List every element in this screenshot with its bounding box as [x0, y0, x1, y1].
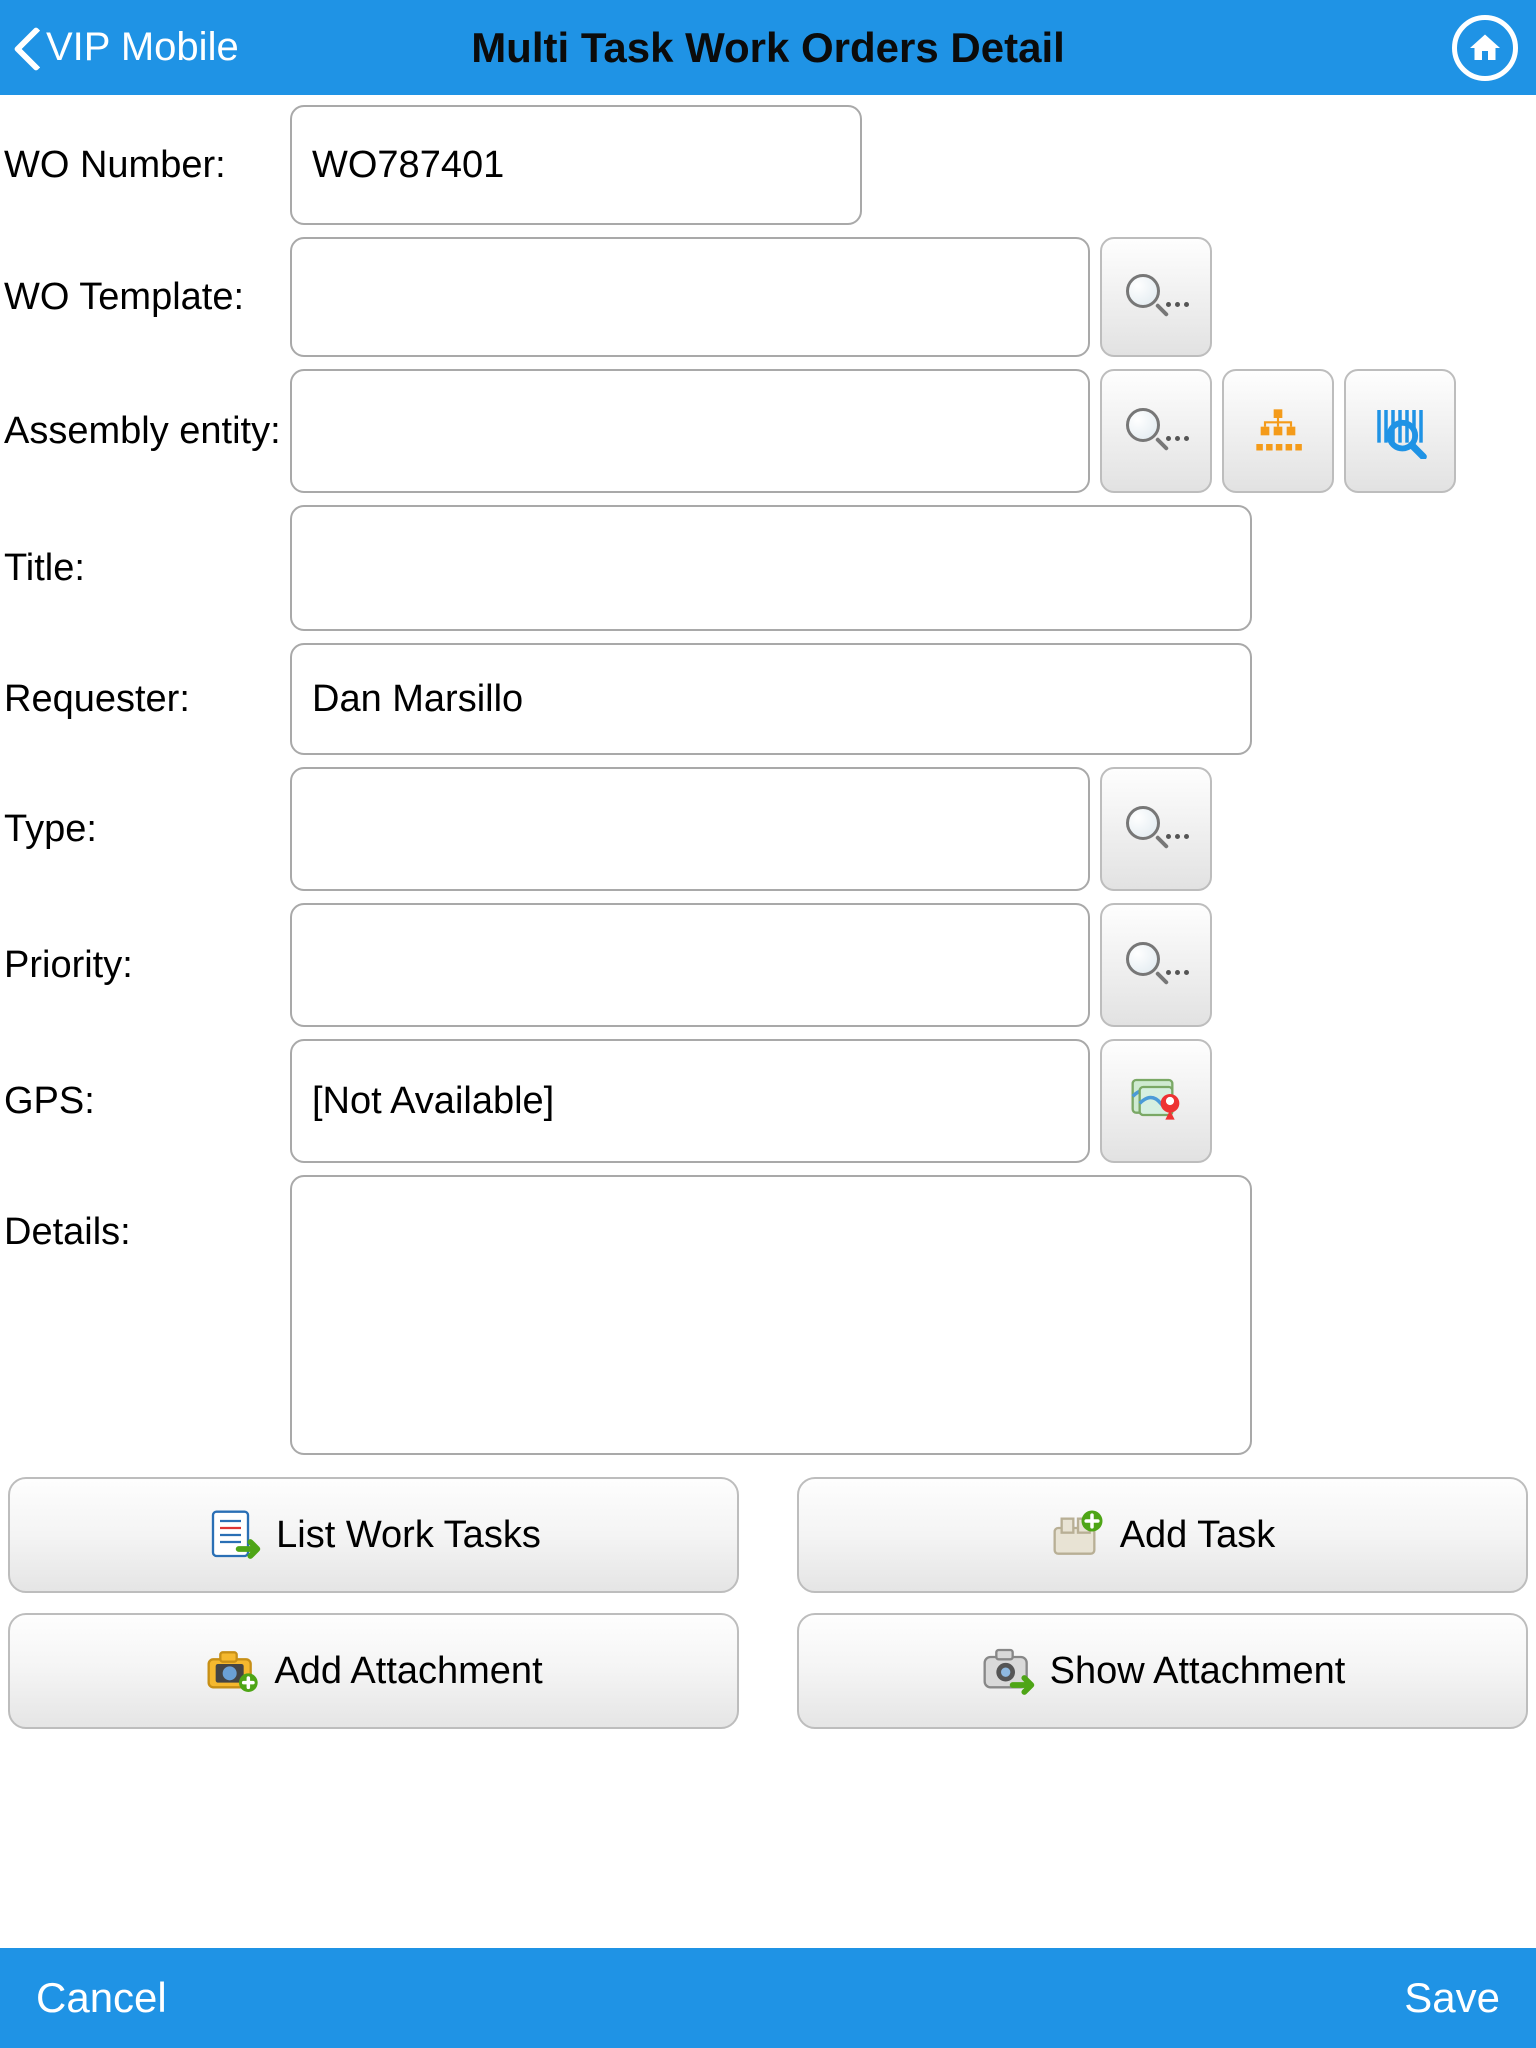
title-field[interactable]: [290, 505, 1252, 631]
details-field[interactable]: [290, 1175, 1252, 1455]
back-button[interactable]: VIP Mobile: [0, 0, 239, 95]
action-buttons: List Work Tasks Add Task Add Attachment: [0, 1467, 1536, 1729]
show-attachment-button[interactable]: Show Attachment: [797, 1613, 1528, 1729]
search-icon: [1126, 806, 1186, 852]
list-icon: [206, 1507, 262, 1563]
title-label: Title:: [0, 505, 290, 631]
show-attachment-label: Show Attachment: [1050, 1650, 1346, 1693]
home-icon: [1467, 30, 1503, 66]
gps-field[interactable]: [Not Available]: [290, 1039, 1090, 1163]
wo-number-field[interactable]: WO787401: [290, 105, 862, 225]
gps-label: GPS:: [0, 1039, 290, 1163]
gps-map-button[interactable]: [1100, 1039, 1212, 1163]
add-attachment-button[interactable]: Add Attachment: [8, 1613, 739, 1729]
search-icon: [1126, 408, 1186, 454]
add-task-label: Add Task: [1120, 1514, 1276, 1557]
add-attachment-label: Add Attachment: [274, 1650, 542, 1693]
cancel-button[interactable]: Cancel: [36, 1974, 167, 2022]
priority-field[interactable]: [290, 903, 1090, 1027]
add-attachment-icon: [204, 1643, 260, 1699]
add-task-icon: [1050, 1507, 1106, 1563]
form: WO Number: WO787401 WO Template: Assembl…: [0, 95, 1536, 1729]
list-work-tasks-label: List Work Tasks: [276, 1514, 541, 1557]
bottom-bar: Cancel Save: [0, 1948, 1536, 2048]
type-search-button[interactable]: [1100, 767, 1212, 891]
barcode-scan-icon: [1372, 403, 1428, 459]
assembly-entity-barcode-button[interactable]: [1344, 369, 1456, 493]
assembly-entity-hierarchy-button[interactable]: [1222, 369, 1334, 493]
type-label: Type:: [0, 767, 290, 891]
search-icon: [1126, 274, 1186, 320]
details-label: Details:: [0, 1175, 290, 1455]
add-task-button[interactable]: Add Task: [797, 1477, 1528, 1593]
show-attachment-icon: [980, 1643, 1036, 1699]
wo-number-label: WO Number:: [0, 105, 290, 225]
assembly-entity-field[interactable]: [290, 369, 1090, 493]
top-bar: VIP Mobile Multi Task Work Orders Detail: [0, 0, 1536, 95]
requester-label: Requester:: [0, 643, 290, 755]
requester-field[interactable]: Dan Marsillo: [290, 643, 1252, 755]
wo-template-field[interactable]: [290, 237, 1090, 357]
wo-template-label: WO Template:: [0, 237, 290, 357]
hierarchy-icon: [1252, 405, 1304, 457]
priority-label: Priority:: [0, 903, 290, 1027]
assembly-entity-search-button[interactable]: [1100, 369, 1212, 493]
back-label: VIP Mobile: [46, 25, 239, 70]
assembly-entity-label: Assembly entity:: [0, 369, 290, 493]
type-field[interactable]: [290, 767, 1090, 891]
save-button[interactable]: Save: [1404, 1974, 1500, 2022]
map-icon: [1128, 1073, 1184, 1129]
search-icon: [1126, 942, 1186, 988]
priority-search-button[interactable]: [1100, 903, 1212, 1027]
home-button[interactable]: [1452, 15, 1518, 81]
list-work-tasks-button[interactable]: List Work Tasks: [8, 1477, 739, 1593]
wo-template-search-button[interactable]: [1100, 237, 1212, 357]
chevron-left-icon: [12, 25, 40, 71]
